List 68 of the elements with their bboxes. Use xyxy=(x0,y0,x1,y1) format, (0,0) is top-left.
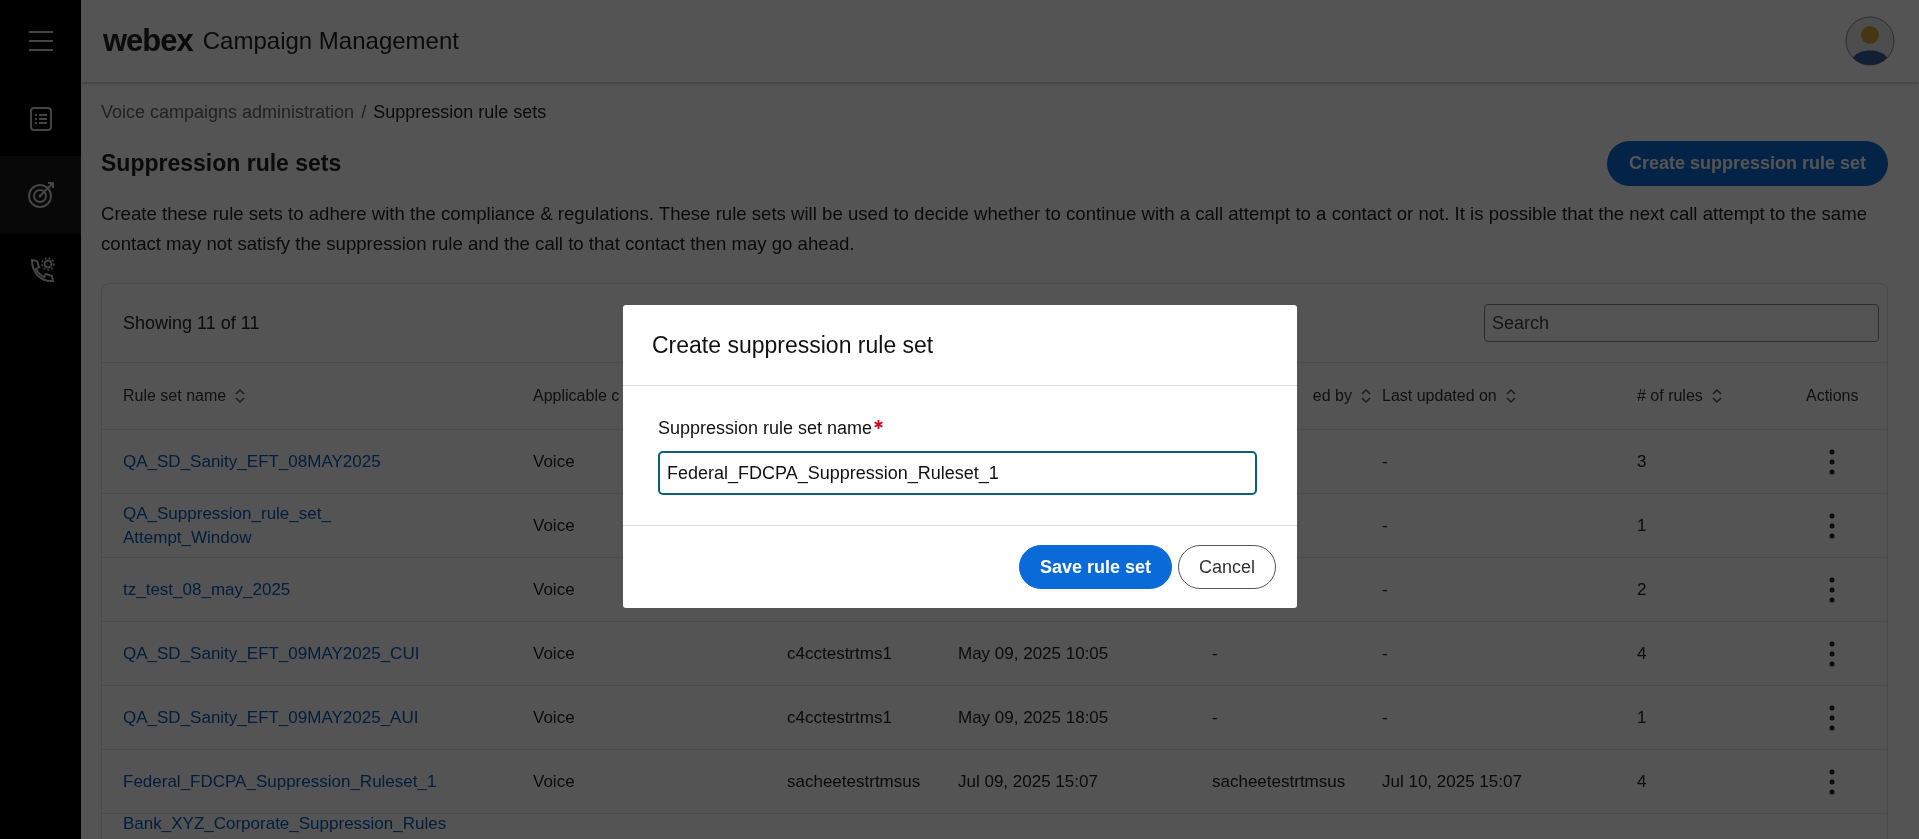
sort-icon[interactable] xyxy=(1710,388,1723,404)
table-cell: - xyxy=(1382,579,1388,599)
table-cell: May 09, 2025 10:05 xyxy=(958,643,1109,663)
sidebar-item[interactable] xyxy=(0,156,81,234)
table-cell: 3 xyxy=(1637,451,1647,471)
cancel-button[interactable]: Cancel xyxy=(1177,545,1276,589)
table-cell: - xyxy=(1382,707,1388,727)
table-cell: Voice xyxy=(533,707,575,727)
table-cell: 4 xyxy=(1637,771,1647,791)
rule-set-link[interactable]: QA_SD_Sanity_EFT_09MAY2025_AUI xyxy=(123,705,419,730)
table-cell: 2 xyxy=(1637,579,1647,599)
more-options-icon[interactable] xyxy=(1828,768,1835,795)
table-cell: 1 xyxy=(1637,515,1647,535)
rule-set-link[interactable]: Federal_FDCPA_Suppression_Ruleset_1 xyxy=(123,769,437,794)
rule-set-link[interactable]: QA_Suppression_rule_set_ Attempt_Window xyxy=(123,501,443,550)
table-cell: - xyxy=(1212,707,1218,727)
more-options-icon[interactable] xyxy=(1828,448,1835,475)
table-cell: - xyxy=(1212,643,1218,663)
brand-logo: webex xyxy=(103,23,193,59)
sort-icon[interactable] xyxy=(1504,388,1517,404)
table-cell: Jul 09, 2025 15:07 xyxy=(958,771,1098,791)
save-button[interactable]: Save rule set xyxy=(1018,545,1172,589)
sort-icon[interactable] xyxy=(234,388,247,404)
table-cell: - xyxy=(1382,515,1388,535)
page-description: Create these rule sets to adhere with the compliance & regulations. These rule sets will be used to decide whether to continue with a call attempt to a contact or not. It is possible that the next call attempt to the same contact may not satisfy the suppression rule and the call to that contact then may go ahead. xyxy=(101,202,1868,256)
list-icon xyxy=(28,106,53,132)
app-title: Campaign Management xyxy=(202,27,460,55)
table-cell: Jul 10, 2025 15:07 xyxy=(1382,771,1522,791)
table-cell: - xyxy=(1382,643,1388,663)
table-cell: Voice xyxy=(533,515,575,535)
column-header[interactable]: ed by xyxy=(1312,387,1352,405)
column-header: Applicable c xyxy=(533,387,620,405)
table-cell: sacheetestrtmsus xyxy=(787,771,921,791)
page-title: Suppression rule sets xyxy=(101,150,342,177)
search-field[interactable]: Search xyxy=(1484,304,1879,342)
name-field[interactable]: Federal_FDCPA_Suppression_Ruleset_1 xyxy=(658,451,1257,495)
breadcrumb-current: Suppression rule sets xyxy=(373,102,547,123)
table-cell: Voice xyxy=(533,643,575,663)
more-options-icon[interactable] xyxy=(1828,704,1835,731)
target-icon xyxy=(25,180,56,210)
table-cell: 4 xyxy=(1637,643,1647,663)
more-options-icon[interactable] xyxy=(1828,576,1835,603)
table-cell: Voice xyxy=(533,579,575,599)
table-cell: c4cctestrtms1 xyxy=(787,643,892,663)
dialog-title: Create suppression rule set xyxy=(623,305,1297,386)
rule-set-link[interactable]: QA_SD_Sanity_EFT_08MAY2025 xyxy=(123,449,381,474)
table-cell: 1 xyxy=(1637,707,1647,727)
table-cell: Voice xyxy=(533,451,575,471)
avatar-icon[interactable] xyxy=(1845,16,1895,66)
menu-icon[interactable] xyxy=(27,30,54,52)
table-cell: May 09, 2025 18:05 xyxy=(958,707,1109,727)
rule-set-link[interactable]: QA_SD_Sanity_EFT_09MAY2025_CUI xyxy=(123,641,420,666)
breadcrumb-separator: / xyxy=(361,102,367,123)
table-cell: Voice xyxy=(533,771,575,791)
column-header[interactable]: Last updated on xyxy=(1382,387,1497,405)
more-options-icon[interactable] xyxy=(1828,640,1835,667)
field-label: Suppression rule set name xyxy=(658,418,873,439)
table-cell: - xyxy=(1382,451,1388,471)
column-header: Actions xyxy=(1806,387,1859,405)
rule-set-link[interactable]: tz_test_08_may_2025 xyxy=(123,577,291,602)
sort-icon[interactable] xyxy=(1360,388,1372,404)
table-cell: c4cctestrtms1 xyxy=(787,707,892,727)
column-header[interactable]: # of rules xyxy=(1637,387,1703,405)
create-button[interactable]: Create suppression rule set xyxy=(1606,141,1888,186)
results-count: Showing 11 of 11 xyxy=(123,312,260,334)
table-cell: sacheetestrtmsus xyxy=(1212,771,1346,791)
more-options-icon[interactable] xyxy=(1828,512,1835,539)
column-header[interactable]: Rule set name xyxy=(123,387,227,405)
